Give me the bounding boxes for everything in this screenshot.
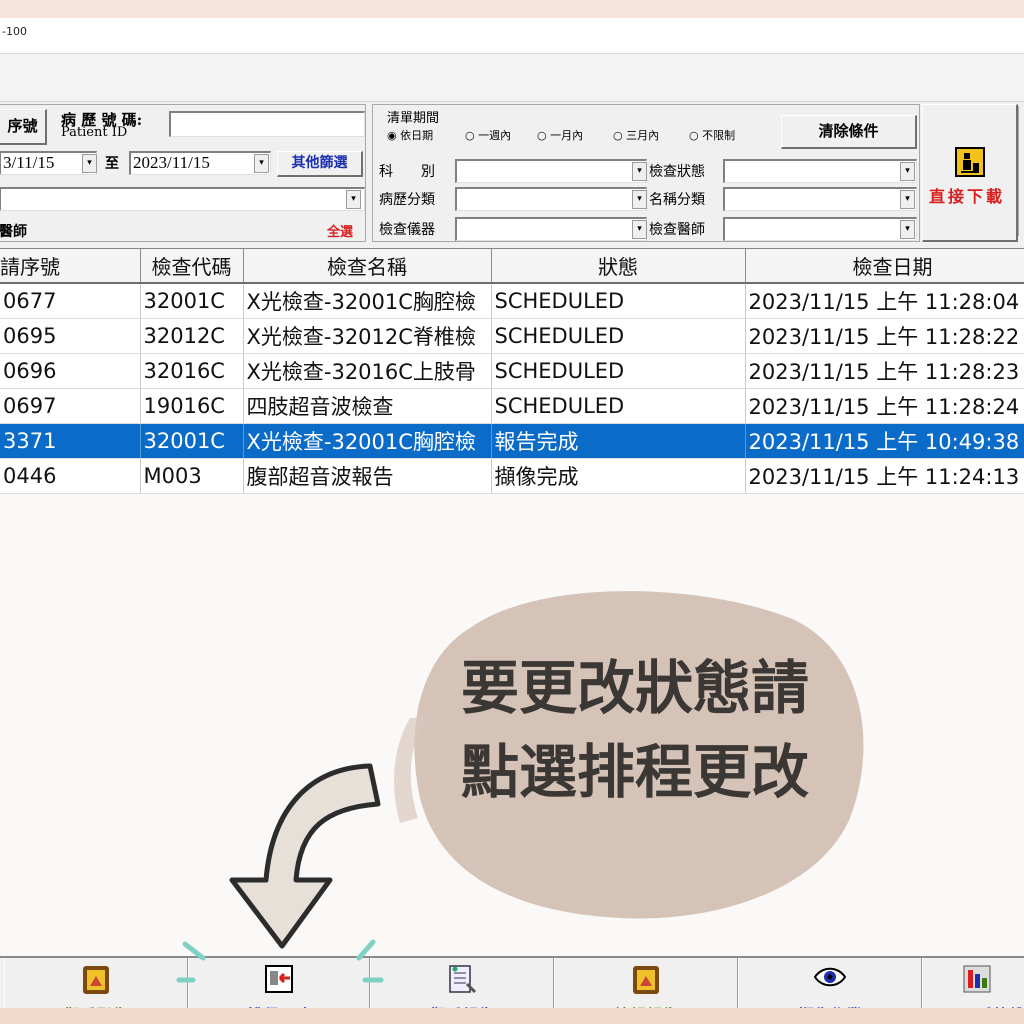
eye-capture-icon	[813, 964, 847, 994]
toolbar-button-eye-capture[interactable]: 擷像作業	[738, 958, 922, 1008]
annotation-line1: 要更改狀態請	[460, 654, 809, 722]
report-view-icon	[447, 964, 477, 1000]
curved-arrow-icon	[229, 763, 381, 949]
report-edit-icon	[631, 964, 661, 1000]
bottom-band	[0, 1008, 1024, 1024]
app-window: -100 序號 病 歷 號 碼: Patient ID 3/11/15 ▾ 至 …	[0, 18, 1024, 1008]
toolbar-button-report-edit[interactable]: 編輯報告	[554, 958, 738, 1008]
bottom-toolbar: 觀看影像排程更改觀看報告編輯報告擷像作業系統維	[0, 956, 1024, 1008]
image-viewer-icon	[81, 964, 111, 1000]
system-settings-icon	[962, 964, 992, 998]
highlight-sparkle-icon	[176, 939, 384, 983]
toolbar-button-system-settings[interactable]: 系統維	[922, 958, 1024, 1008]
annotation-blob	[394, 591, 864, 919]
annotation-line2: 點選排程更改	[460, 738, 809, 806]
toolbar-button-report-view[interactable]: 觀看報告	[370, 958, 554, 1008]
toolbar-button-image-viewer[interactable]: 觀看影像	[4, 958, 188, 1008]
